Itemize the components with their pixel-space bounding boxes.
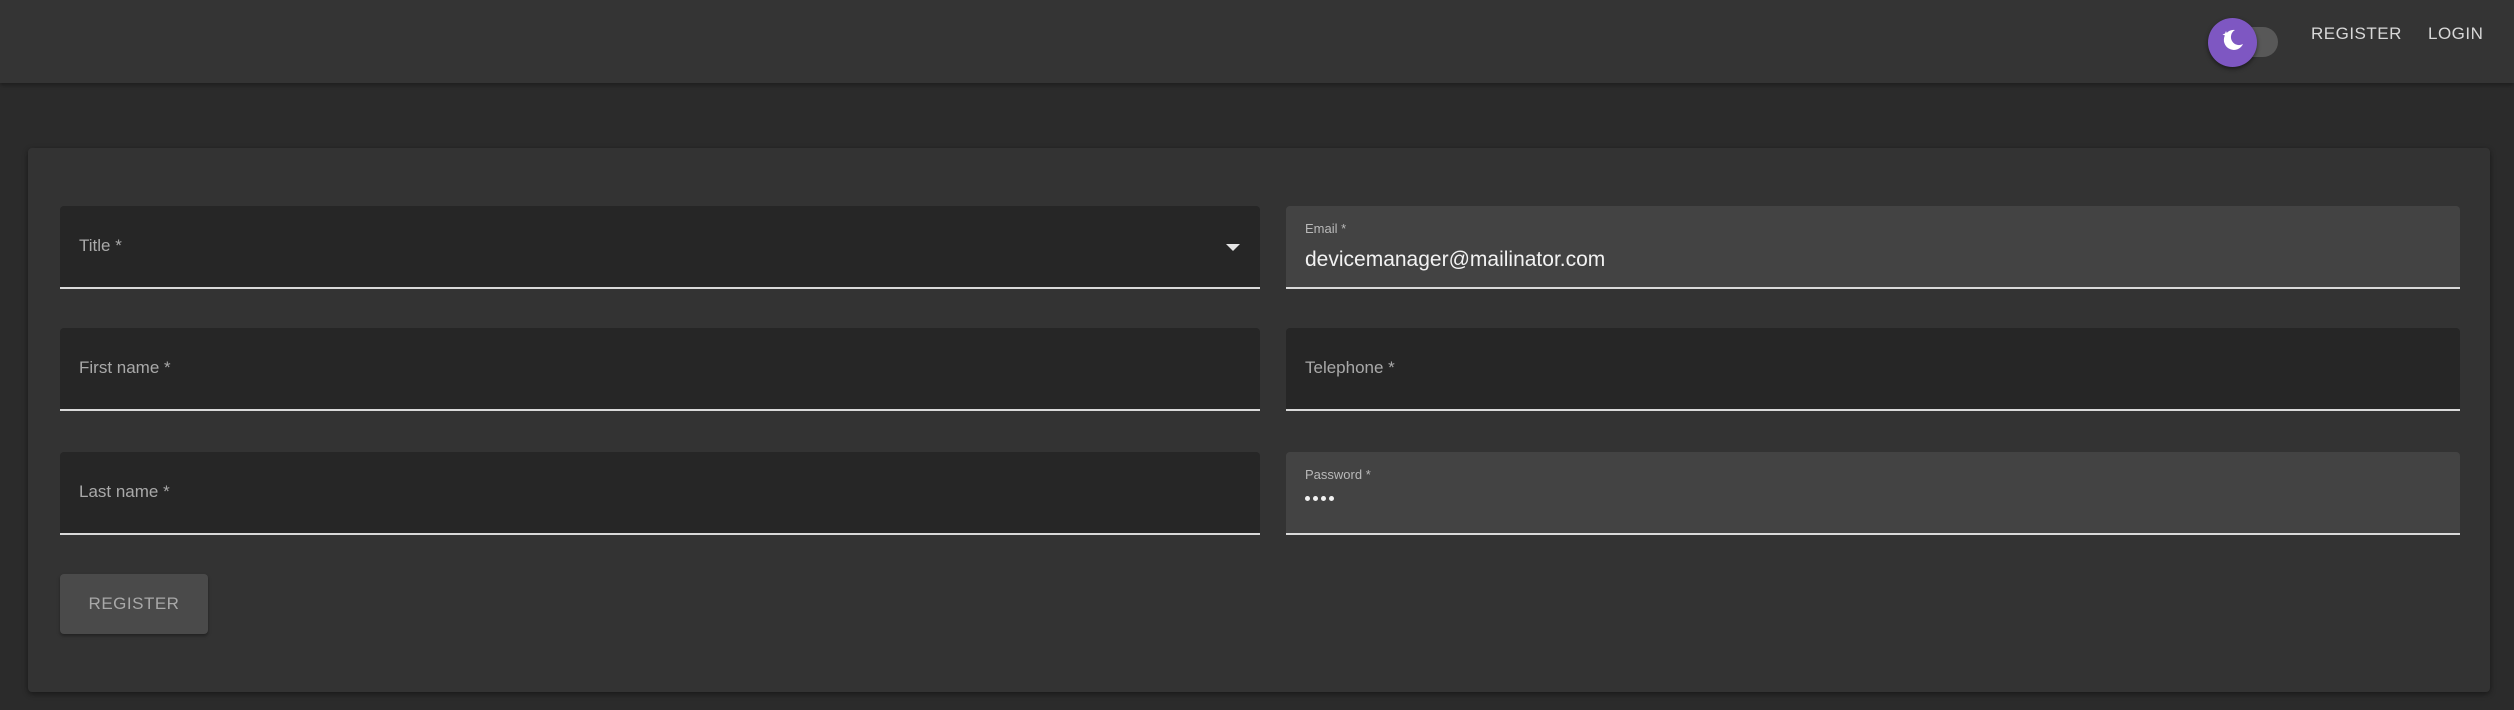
- password-dot: [1329, 496, 1334, 501]
- title-label: Title *: [79, 236, 122, 255]
- last-name-field[interactable]: Last name *: [60, 452, 1260, 535]
- nav-register-link[interactable]: REGISTER: [2311, 22, 2402, 46]
- nav-login-link[interactable]: LOGIN: [2428, 22, 2483, 46]
- last-name-label: Last name *: [79, 482, 170, 501]
- password-value[interactable]: [1305, 496, 1334, 501]
- email-field[interactable]: Email * devicemanager@mailinator.com: [1286, 206, 2460, 289]
- first-name-field[interactable]: First name *: [60, 328, 1260, 411]
- toggle-thumb[interactable]: [2208, 18, 2257, 67]
- register-button[interactable]: REGISTER: [60, 574, 208, 634]
- registration-card: Title * Email * devicemanager@mailinator…: [28, 148, 2490, 692]
- password-field[interactable]: Password *: [1286, 452, 2460, 535]
- app-bar: REGISTER LOGIN: [0, 0, 2514, 83]
- dropdown-arrow-icon[interactable]: [1226, 244, 1240, 251]
- email-label: Email *: [1305, 221, 1347, 236]
- password-label: Password *: [1305, 467, 1371, 482]
- email-value[interactable]: devicemanager@mailinator.com: [1305, 246, 1605, 274]
- password-dot: [1305, 496, 1310, 501]
- password-dot: [1321, 496, 1326, 501]
- first-name-label: First name *: [79, 358, 171, 377]
- theme-toggle[interactable]: [2208, 10, 2286, 67]
- title-select[interactable]: Title *: [60, 206, 1260, 289]
- telephone-field[interactable]: Telephone *: [1286, 328, 2460, 411]
- telephone-label: Telephone *: [1305, 358, 1395, 377]
- moon-icon: [2219, 26, 2247, 59]
- password-dot: [1313, 496, 1318, 501]
